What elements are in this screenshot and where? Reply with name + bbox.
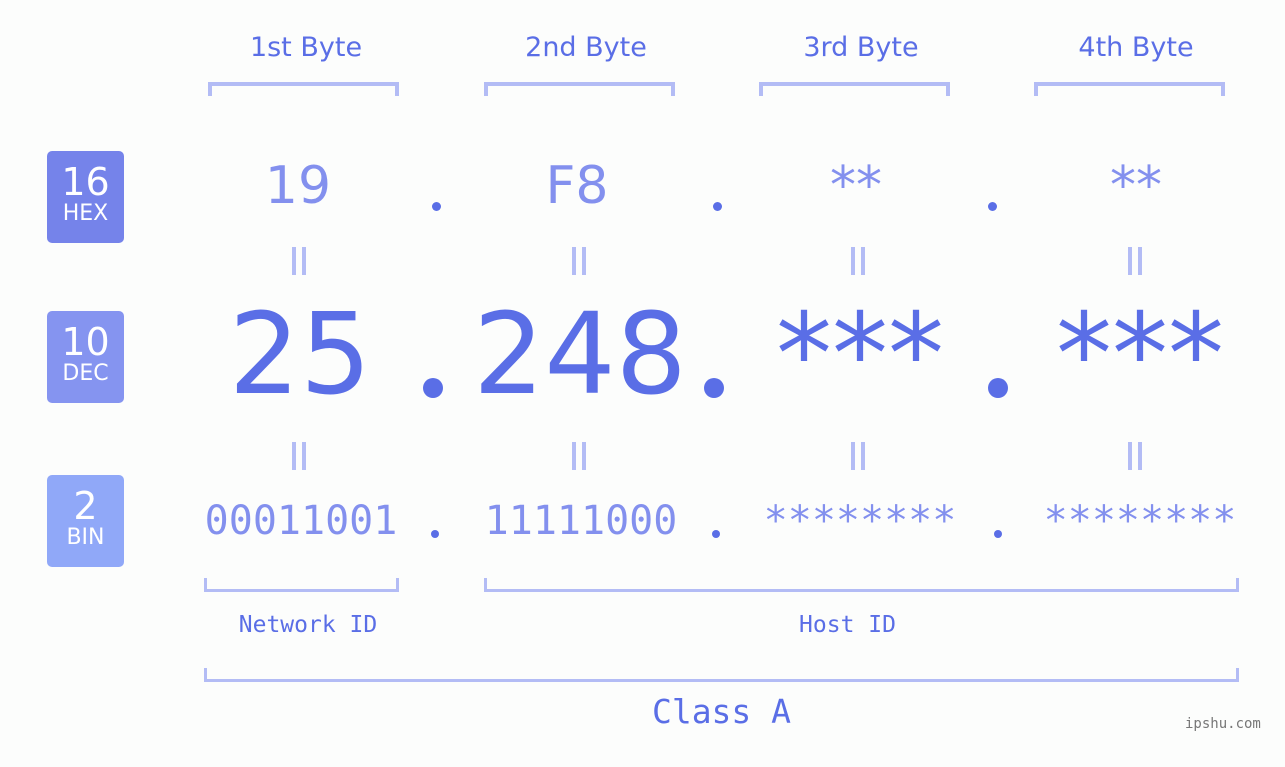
byte-bracket-4 — [1034, 82, 1225, 96]
dec-byte-4: *** — [1056, 290, 1224, 420]
equals-marker — [302, 442, 306, 470]
equals-marker — [1138, 247, 1142, 275]
byte-header-1: 1st Byte — [249, 32, 363, 63]
watermark: ipshu.com — [1185, 716, 1261, 732]
class-bracket — [204, 668, 1239, 682]
dec-badge-number: 10 — [61, 320, 110, 364]
bin-badge: 2 BIN — [47, 475, 124, 567]
network-id-label: Network ID — [238, 612, 378, 638]
byte-bracket-3 — [759, 82, 950, 96]
dec-separator-dot — [988, 378, 1008, 398]
equals-marker — [1128, 442, 1132, 470]
dec-byte-2: 248 — [473, 290, 687, 420]
bin-separator-dot — [712, 530, 720, 538]
bin-badge-number: 2 — [73, 484, 98, 528]
hex-separator-dot — [713, 202, 722, 211]
bin-separator-dot — [994, 530, 1002, 538]
byte-bracket-2 — [484, 82, 675, 96]
dec-byte-3: *** — [776, 290, 944, 420]
equals-marker — [292, 247, 296, 275]
equals-marker — [582, 247, 586, 275]
equals-marker — [572, 442, 576, 470]
equals-marker — [292, 442, 296, 470]
bin-byte-4: ******** — [1043, 498, 1237, 544]
hex-byte-2: F8 — [545, 156, 609, 216]
byte-header-2: 2nd Byte — [525, 32, 647, 63]
equals-marker — [851, 247, 855, 275]
hex-separator-dot — [432, 202, 441, 211]
hex-byte-1: 19 — [264, 156, 332, 216]
dec-byte-1: 25 — [228, 290, 372, 420]
byte-bracket-1 — [208, 82, 399, 96]
equals-marker — [1138, 442, 1142, 470]
bin-byte-2: 11111000 — [484, 498, 678, 544]
equals-marker — [861, 442, 865, 470]
byte-header-4: 4th Byte — [1078, 32, 1194, 63]
class-label: Class A — [651, 692, 792, 731]
equals-marker — [572, 247, 576, 275]
equals-marker — [851, 442, 855, 470]
hex-byte-3: ** — [830, 156, 882, 216]
dec-separator-dot — [423, 378, 443, 398]
equals-marker — [1128, 247, 1132, 275]
dec-badge-label: DEC — [62, 361, 109, 386]
dec-badge: 10 DEC — [47, 311, 124, 403]
hex-byte-4: ** — [1110, 156, 1162, 216]
bin-byte-3: ******** — [763, 498, 957, 544]
byte-header-3: 3rd Byte — [803, 32, 919, 63]
network-id-bracket — [204, 578, 399, 592]
hex-badge-number: 16 — [61, 160, 110, 204]
equals-marker — [582, 442, 586, 470]
host-id-bracket — [484, 578, 1239, 592]
bin-badge-label: BIN — [66, 525, 105, 550]
dec-separator-dot — [704, 378, 724, 398]
equals-marker — [302, 247, 306, 275]
bin-byte-1: 00011001 — [204, 498, 398, 544]
hex-badge: 16 HEX — [47, 151, 124, 243]
hex-badge-label: HEX — [62, 201, 109, 226]
bin-separator-dot — [431, 530, 439, 538]
host-id-label: Host ID — [799, 612, 896, 638]
hex-separator-dot — [988, 202, 997, 211]
equals-marker — [861, 247, 865, 275]
